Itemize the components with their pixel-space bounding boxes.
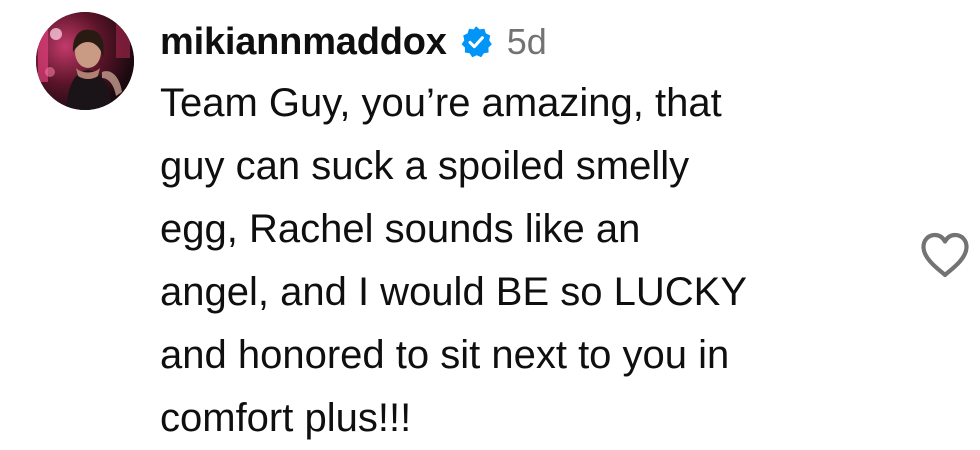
comment-text-line: angel, and I would BE so LUCKY: [160, 270, 748, 314]
verified-badge-icon: [459, 25, 493, 59]
avatar-image: [36, 12, 134, 110]
comment-header: mikiannmaddox 5d: [160, 14, 547, 70]
comment: mikiannmaddox 5d Team Guy, you’re amazin…: [0, 0, 980, 448]
comment-text: Team Guy, you’re amazing, that guy can s…: [160, 72, 900, 450]
comment-text-line: Team Guy, you’re amazing, that: [160, 81, 722, 125]
avatar[interactable]: [36, 12, 134, 110]
timestamp[interactable]: 5d: [507, 21, 547, 63]
comment-text-line: comfort plus!!!: [160, 396, 412, 440]
comment-text-line: guy can suck a spoiled smelly: [160, 144, 690, 188]
username-link[interactable]: mikiannmaddox: [160, 21, 447, 64]
comment-text-line: egg, Rachel sounds like an: [160, 207, 641, 251]
like-button[interactable]: [919, 231, 971, 279]
comment-text-line: and honored to sit next to you in: [160, 333, 730, 377]
heart-outline-icon: [921, 232, 969, 278]
